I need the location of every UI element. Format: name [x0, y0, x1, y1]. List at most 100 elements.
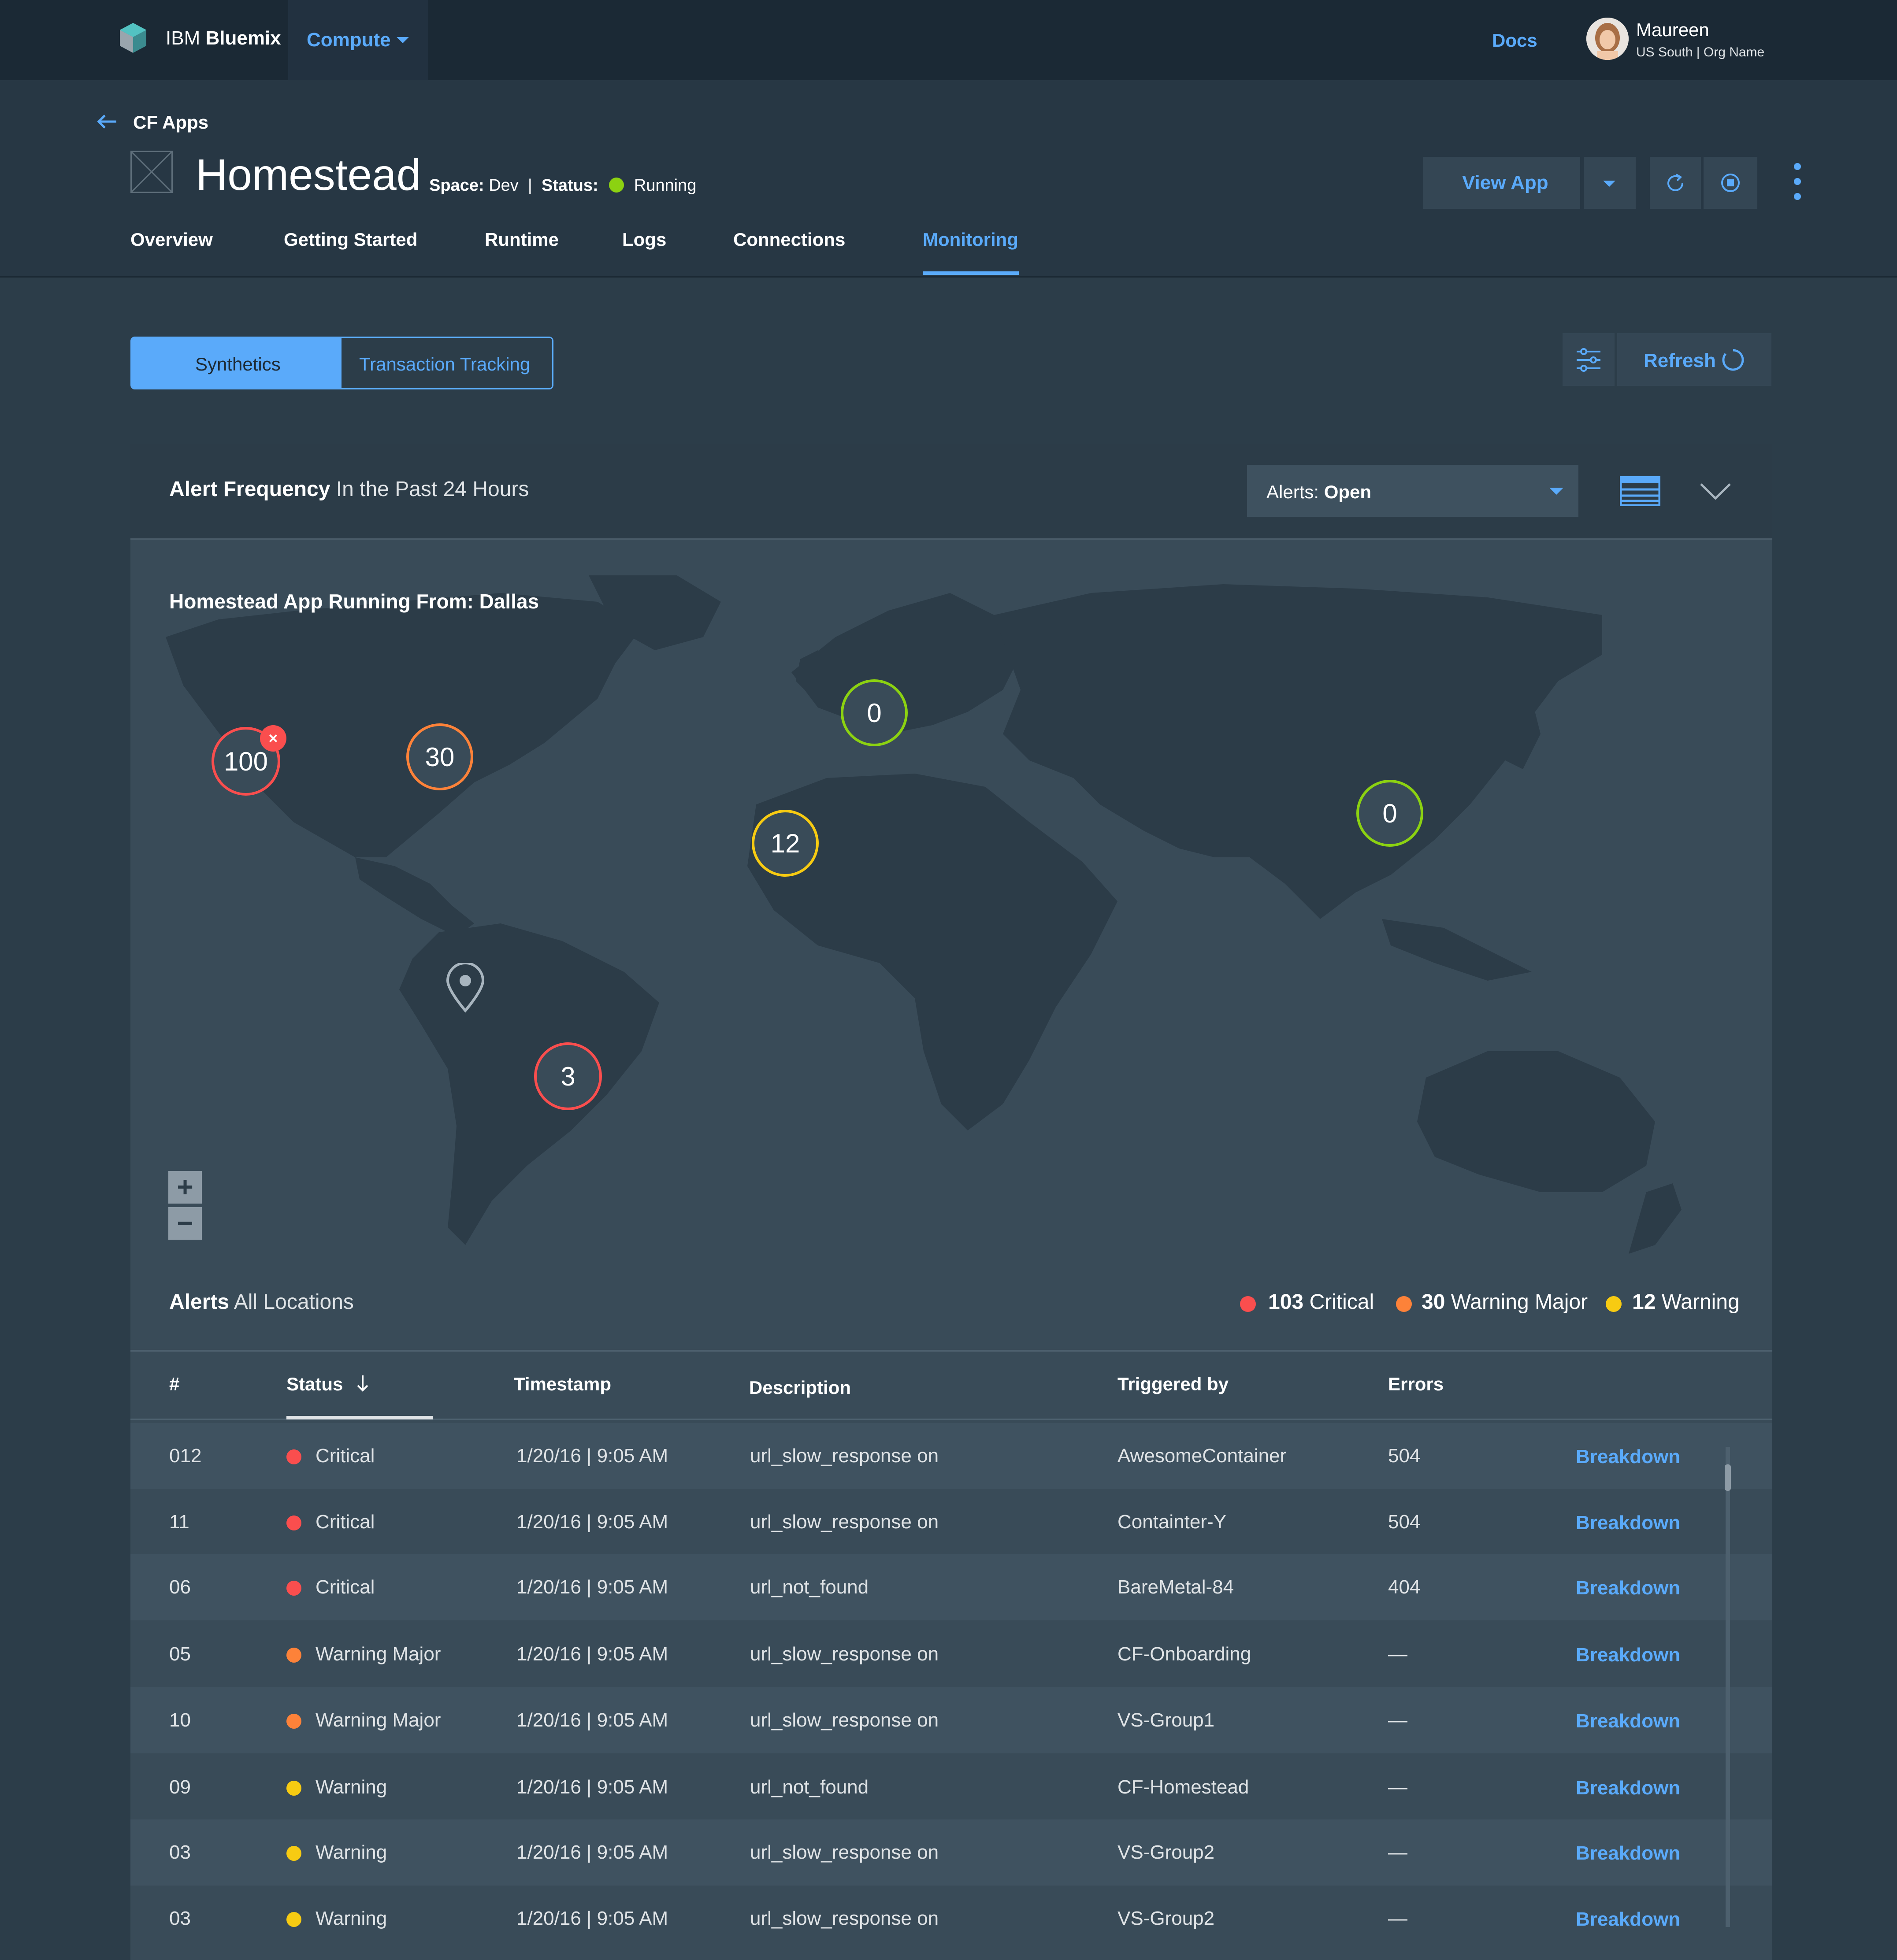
- tab-monitoring[interactable]: Monitoring: [923, 229, 1018, 250]
- alerts-dropdown[interactable]: Alerts: Open: [1247, 465, 1578, 517]
- breakdown-link[interactable]: Breakdown: [1576, 1842, 1680, 1864]
- docs-link[interactable]: Docs: [1492, 30, 1537, 51]
- breadcrumb-cf-apps[interactable]: CF Apps: [133, 112, 208, 133]
- breakdown-link[interactable]: Breakdown: [1576, 1710, 1680, 1732]
- tab-connections[interactable]: Connections: [733, 229, 845, 250]
- brand-product: Bluemix: [205, 27, 281, 49]
- tab-logs[interactable]: Logs: [622, 229, 666, 250]
- refresh-spinner-icon: [1722, 349, 1744, 371]
- marker-value: 0: [1382, 798, 1397, 828]
- view-app-label: View App: [1462, 172, 1548, 193]
- status-dot: [286, 1846, 301, 1861]
- row-errors: 404: [1388, 1576, 1421, 1598]
- avatar[interactable]: [1586, 18, 1629, 60]
- map-marker-east-us[interactable]: 30: [406, 723, 473, 790]
- row-description: url_slow_response on: [750, 1511, 939, 1533]
- marker-value: 30: [425, 742, 455, 772]
- table-row[interactable]: 11 Critical 1/20/16 | 9:05 AM url_slow_resp…: [130, 1489, 1772, 1555]
- table-row[interactable]: 03 Warning 1/20/16 | 9:05 AM url_slow_respo…: [130, 1886, 1772, 1952]
- row-triggered-by: VS-Group2: [1117, 1841, 1215, 1863]
- table-row[interactable]: 012 Critical 1/20/16 | 9:05 AM url_slow_res…: [130, 1423, 1772, 1489]
- legend-warning-label: Warning: [1661, 1290, 1740, 1314]
- row-id: 012: [169, 1445, 202, 1467]
- status-dot: [286, 1449, 301, 1464]
- legend-critical-label: Critical: [1309, 1290, 1374, 1314]
- legend-warning-major-count: 30: [1422, 1290, 1445, 1314]
- app-meta: Space: Dev | Status: Running: [429, 176, 696, 195]
- scrollbar-thumb[interactable]: [1725, 1464, 1731, 1491]
- alerts-title-bold: Alerts: [169, 1290, 230, 1314]
- panel-title-bold: Alert Frequency: [169, 478, 330, 501]
- breakdown-link[interactable]: Breakdown: [1576, 1644, 1680, 1666]
- table-row[interactable]: 09 Warning 1/20/16 | 9:05 AM url_not_found C…: [130, 1754, 1772, 1820]
- legend-warning-dot: [1606, 1296, 1622, 1312]
- brand-name[interactable]: IBM Bluemix: [166, 27, 281, 49]
- refresh-button[interactable]: Refresh: [1617, 333, 1771, 386]
- breakdown-link[interactable]: Breakdown: [1576, 1908, 1680, 1930]
- legend-warning-major-label: Warning Major: [1451, 1290, 1588, 1314]
- row-id: 03: [169, 1841, 191, 1863]
- error-badge-icon: ×: [260, 725, 286, 752]
- world-map[interactable]: [166, 575, 1734, 1254]
- column-header-number: #: [169, 1374, 180, 1394]
- row-timestamp: 1/20/16 | 9:05 AM: [516, 1709, 668, 1731]
- status-dot: [286, 1648, 301, 1663]
- status-dot: [286, 1781, 301, 1796]
- row-timestamp: 1/20/16 | 9:05 AM: [516, 1511, 668, 1533]
- alerts-dropdown-value: Open: [1324, 482, 1372, 502]
- table-row[interactable]: 10 Warning Major 1/20/16 | 9:05 AM url_slow…: [130, 1687, 1772, 1753]
- map-marker-east-asia[interactable]: 0: [1356, 780, 1423, 847]
- restart-button[interactable]: [1650, 157, 1701, 209]
- map-marker-europe[interactable]: 0: [841, 679, 908, 746]
- zoom-in-button[interactable]: +: [168, 1171, 202, 1204]
- bluemix-logo-icon[interactable]: [115, 21, 151, 56]
- table-row[interactable]: 06 Critical 1/20/16 | 9:05 AM url_not_found…: [130, 1554, 1772, 1620]
- tab-overview[interactable]: Overview: [130, 229, 213, 250]
- user-org: US South | Org Name: [1636, 45, 1765, 59]
- row-triggered-by: BareMetal-84: [1117, 1576, 1234, 1598]
- view-app-dropdown-button[interactable]: [1584, 157, 1636, 209]
- column-header-status[interactable]: Status: [286, 1374, 343, 1395]
- overflow-menu-icon[interactable]: [1791, 161, 1804, 204]
- back-arrow-icon[interactable]: [96, 113, 118, 130]
- tab-getting-started[interactable]: Getting Started: [284, 229, 417, 250]
- table-view-icon[interactable]: [1619, 476, 1661, 507]
- zoom-out-button[interactable]: −: [168, 1207, 202, 1240]
- table-row[interactable]: 03 Warning 1/20/16 | 9:05 AM url_slow_respo…: [130, 1819, 1772, 1886]
- filter-settings-button[interactable]: [1563, 333, 1615, 386]
- breakdown-link[interactable]: Breakdown: [1576, 1446, 1680, 1468]
- alerts-dropdown-text: Alerts: Open: [1266, 482, 1371, 503]
- breakdown-link[interactable]: Breakdown: [1576, 1577, 1680, 1599]
- map-marker-north-africa[interactable]: 12: [752, 810, 819, 877]
- stop-button[interactable]: [1704, 157, 1757, 209]
- row-errors: —: [1388, 1908, 1407, 1929]
- row-status: Warning Major: [316, 1643, 441, 1665]
- map-marker-south-america[interactable]: 3: [534, 1042, 602, 1110]
- column-header-timestamp: Timestamp: [514, 1374, 611, 1394]
- content-switcher: Synthetics Transaction Tracking: [130, 337, 553, 389]
- synthetics-toggle[interactable]: Synthetics: [132, 338, 342, 388]
- row-status: Warning: [316, 1908, 387, 1929]
- tab-runtime[interactable]: Runtime: [485, 229, 559, 250]
- row-triggered-by: VS-Group1: [1117, 1709, 1215, 1731]
- row-status: Critical: [316, 1511, 375, 1533]
- breakdown-link[interactable]: Breakdown: [1576, 1777, 1680, 1799]
- legend-warning-count: 12: [1632, 1290, 1656, 1314]
- compute-menu[interactable]: Compute: [288, 0, 428, 80]
- breakdown-link[interactable]: Breakdown: [1576, 1512, 1680, 1534]
- row-errors: —: [1388, 1776, 1407, 1798]
- collapse-chevron-icon[interactable]: [1699, 482, 1732, 501]
- table-row[interactable]: 05 Warning Major 1/20/16 | 9:05 AM url_slow…: [130, 1621, 1772, 1687]
- table-scrollbar[interactable]: [1725, 1447, 1731, 1927]
- app-icon-placeholder: [130, 151, 173, 193]
- transaction-tracking-toggle[interactable]: Transaction Tracking: [342, 338, 552, 388]
- status-dot: [286, 1581, 301, 1596]
- sort-indicator: [286, 1416, 433, 1419]
- location-pin-icon[interactable]: [445, 962, 486, 1013]
- view-app-button[interactable]: View App: [1423, 157, 1580, 209]
- marker-value: 0: [867, 698, 882, 728]
- map-title: Homestead App Running From: Dallas: [169, 590, 539, 613]
- sort-down-arrow-icon[interactable]: [356, 1375, 369, 1392]
- active-tab-indicator: [923, 271, 1019, 275]
- row-triggered-by: Containter-Y: [1117, 1511, 1227, 1533]
